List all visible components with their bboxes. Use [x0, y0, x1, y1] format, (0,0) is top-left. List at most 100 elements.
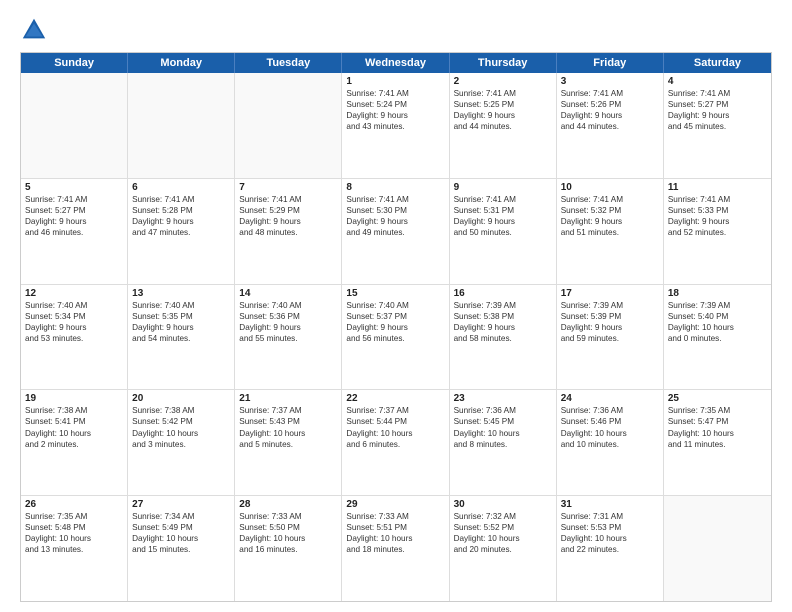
week-row-1: 1Sunrise: 7:41 AM Sunset: 5:24 PM Daylig… [21, 73, 771, 179]
day-info: Sunrise: 7:39 AM Sunset: 5:39 PM Dayligh… [561, 300, 659, 344]
day-cell: 1Sunrise: 7:41 AM Sunset: 5:24 PM Daylig… [342, 73, 449, 178]
day-info: Sunrise: 7:38 AM Sunset: 5:42 PM Dayligh… [132, 405, 230, 449]
day-cell: 23Sunrise: 7:36 AM Sunset: 5:45 PM Dayli… [450, 390, 557, 495]
day-info: Sunrise: 7:41 AM Sunset: 5:27 PM Dayligh… [668, 88, 767, 132]
day-cell: 13Sunrise: 7:40 AM Sunset: 5:35 PM Dayli… [128, 285, 235, 390]
day-number: 8 [346, 182, 444, 193]
day-number: 26 [25, 499, 123, 510]
day-cell [664, 496, 771, 601]
week-row-5: 26Sunrise: 7:35 AM Sunset: 5:48 PM Dayli… [21, 496, 771, 601]
day-cell [128, 73, 235, 178]
day-info: Sunrise: 7:41 AM Sunset: 5:27 PM Dayligh… [25, 194, 123, 238]
day-info: Sunrise: 7:33 AM Sunset: 5:50 PM Dayligh… [239, 511, 337, 555]
day-info: Sunrise: 7:41 AM Sunset: 5:25 PM Dayligh… [454, 88, 552, 132]
day-number: 20 [132, 393, 230, 404]
day-header-saturday: Saturday [664, 53, 771, 73]
day-cell: 27Sunrise: 7:34 AM Sunset: 5:49 PM Dayli… [128, 496, 235, 601]
day-number: 6 [132, 182, 230, 193]
day-number: 13 [132, 288, 230, 299]
day-info: Sunrise: 7:40 AM Sunset: 5:35 PM Dayligh… [132, 300, 230, 344]
day-info: Sunrise: 7:41 AM Sunset: 5:31 PM Dayligh… [454, 194, 552, 238]
day-number: 17 [561, 288, 659, 299]
header [20, 16, 772, 44]
day-cell: 31Sunrise: 7:31 AM Sunset: 5:53 PM Dayli… [557, 496, 664, 601]
day-info: Sunrise: 7:38 AM Sunset: 5:41 PM Dayligh… [25, 405, 123, 449]
day-cell: 11Sunrise: 7:41 AM Sunset: 5:33 PM Dayli… [664, 179, 771, 284]
day-info: Sunrise: 7:40 AM Sunset: 5:34 PM Dayligh… [25, 300, 123, 344]
week-row-3: 12Sunrise: 7:40 AM Sunset: 5:34 PM Dayli… [21, 285, 771, 391]
day-number: 18 [668, 288, 767, 299]
day-number: 16 [454, 288, 552, 299]
day-info: Sunrise: 7:35 AM Sunset: 5:47 PM Dayligh… [668, 405, 767, 449]
day-info: Sunrise: 7:31 AM Sunset: 5:53 PM Dayligh… [561, 511, 659, 555]
day-number: 9 [454, 182, 552, 193]
day-info: Sunrise: 7:33 AM Sunset: 5:51 PM Dayligh… [346, 511, 444, 555]
logo [20, 16, 52, 44]
day-number: 28 [239, 499, 337, 510]
day-number: 12 [25, 288, 123, 299]
day-number: 30 [454, 499, 552, 510]
day-cell: 6Sunrise: 7:41 AM Sunset: 5:28 PM Daylig… [128, 179, 235, 284]
day-info: Sunrise: 7:41 AM Sunset: 5:26 PM Dayligh… [561, 88, 659, 132]
day-cell: 20Sunrise: 7:38 AM Sunset: 5:42 PM Dayli… [128, 390, 235, 495]
day-info: Sunrise: 7:37 AM Sunset: 5:44 PM Dayligh… [346, 405, 444, 449]
day-number: 4 [668, 76, 767, 87]
day-number: 22 [346, 393, 444, 404]
day-info: Sunrise: 7:41 AM Sunset: 5:28 PM Dayligh… [132, 194, 230, 238]
day-cell: 15Sunrise: 7:40 AM Sunset: 5:37 PM Dayli… [342, 285, 449, 390]
day-cell [21, 73, 128, 178]
day-info: Sunrise: 7:36 AM Sunset: 5:45 PM Dayligh… [454, 405, 552, 449]
day-info: Sunrise: 7:39 AM Sunset: 5:38 PM Dayligh… [454, 300, 552, 344]
day-cell: 3Sunrise: 7:41 AM Sunset: 5:26 PM Daylig… [557, 73, 664, 178]
day-info: Sunrise: 7:32 AM Sunset: 5:52 PM Dayligh… [454, 511, 552, 555]
day-info: Sunrise: 7:41 AM Sunset: 5:30 PM Dayligh… [346, 194, 444, 238]
day-cell: 29Sunrise: 7:33 AM Sunset: 5:51 PM Dayli… [342, 496, 449, 601]
day-header-friday: Friday [557, 53, 664, 73]
calendar: SundayMondayTuesdayWednesdayThursdayFrid… [20, 52, 772, 602]
day-cell: 7Sunrise: 7:41 AM Sunset: 5:29 PM Daylig… [235, 179, 342, 284]
day-cell: 30Sunrise: 7:32 AM Sunset: 5:52 PM Dayli… [450, 496, 557, 601]
day-number: 21 [239, 393, 337, 404]
day-info: Sunrise: 7:41 AM Sunset: 5:29 PM Dayligh… [239, 194, 337, 238]
day-info: Sunrise: 7:40 AM Sunset: 5:37 PM Dayligh… [346, 300, 444, 344]
day-info: Sunrise: 7:40 AM Sunset: 5:36 PM Dayligh… [239, 300, 337, 344]
day-number: 31 [561, 499, 659, 510]
logo-icon [20, 16, 48, 44]
day-number: 2 [454, 76, 552, 87]
day-info: Sunrise: 7:41 AM Sunset: 5:33 PM Dayligh… [668, 194, 767, 238]
day-cell: 8Sunrise: 7:41 AM Sunset: 5:30 PM Daylig… [342, 179, 449, 284]
day-number: 11 [668, 182, 767, 193]
day-number: 19 [25, 393, 123, 404]
week-row-4: 19Sunrise: 7:38 AM Sunset: 5:41 PM Dayli… [21, 390, 771, 496]
day-cell: 18Sunrise: 7:39 AM Sunset: 5:40 PM Dayli… [664, 285, 771, 390]
day-number: 3 [561, 76, 659, 87]
day-header-tuesday: Tuesday [235, 53, 342, 73]
day-header-thursday: Thursday [450, 53, 557, 73]
day-cell: 26Sunrise: 7:35 AM Sunset: 5:48 PM Dayli… [21, 496, 128, 601]
day-cell: 25Sunrise: 7:35 AM Sunset: 5:47 PM Dayli… [664, 390, 771, 495]
day-number: 25 [668, 393, 767, 404]
day-cell: 24Sunrise: 7:36 AM Sunset: 5:46 PM Dayli… [557, 390, 664, 495]
day-info: Sunrise: 7:41 AM Sunset: 5:32 PM Dayligh… [561, 194, 659, 238]
day-cell: 28Sunrise: 7:33 AM Sunset: 5:50 PM Dayli… [235, 496, 342, 601]
day-cell: 2Sunrise: 7:41 AM Sunset: 5:25 PM Daylig… [450, 73, 557, 178]
day-info: Sunrise: 7:39 AM Sunset: 5:40 PM Dayligh… [668, 300, 767, 344]
calendar-body: 1Sunrise: 7:41 AM Sunset: 5:24 PM Daylig… [21, 73, 771, 601]
day-number: 15 [346, 288, 444, 299]
day-number: 10 [561, 182, 659, 193]
day-cell: 17Sunrise: 7:39 AM Sunset: 5:39 PM Dayli… [557, 285, 664, 390]
day-cell: 21Sunrise: 7:37 AM Sunset: 5:43 PM Dayli… [235, 390, 342, 495]
day-info: Sunrise: 7:41 AM Sunset: 5:24 PM Dayligh… [346, 88, 444, 132]
day-cell: 5Sunrise: 7:41 AM Sunset: 5:27 PM Daylig… [21, 179, 128, 284]
day-cell: 19Sunrise: 7:38 AM Sunset: 5:41 PM Dayli… [21, 390, 128, 495]
day-info: Sunrise: 7:36 AM Sunset: 5:46 PM Dayligh… [561, 405, 659, 449]
day-cell: 22Sunrise: 7:37 AM Sunset: 5:44 PM Dayli… [342, 390, 449, 495]
day-cell: 9Sunrise: 7:41 AM Sunset: 5:31 PM Daylig… [450, 179, 557, 284]
day-number: 27 [132, 499, 230, 510]
day-header-monday: Monday [128, 53, 235, 73]
day-number: 14 [239, 288, 337, 299]
day-cell: 12Sunrise: 7:40 AM Sunset: 5:34 PM Dayli… [21, 285, 128, 390]
day-info: Sunrise: 7:34 AM Sunset: 5:49 PM Dayligh… [132, 511, 230, 555]
day-header-wednesday: Wednesday [342, 53, 449, 73]
day-headers: SundayMondayTuesdayWednesdayThursdayFrid… [21, 53, 771, 73]
